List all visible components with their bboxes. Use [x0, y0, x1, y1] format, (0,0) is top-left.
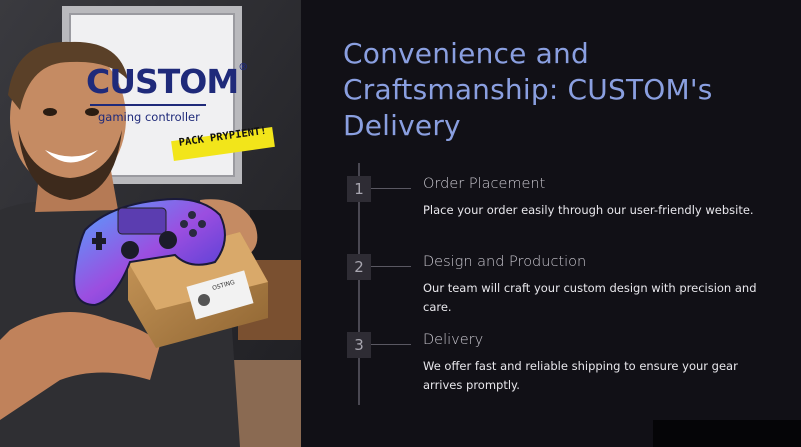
step-2-number: 2: [347, 254, 371, 280]
step-1-connector: [371, 188, 411, 189]
sign-underline: [90, 104, 206, 106]
step-3-title: Delivery: [423, 332, 484, 348]
slide-title: Convenience and Craftsmanship: CUSTOM's …: [343, 37, 713, 142]
step-2-connector: [371, 266, 411, 267]
sign-trademark: ®: [238, 62, 248, 73]
content-panel: Convenience and Craftsmanship: CUSTOM's …: [301, 0, 801, 447]
sign-brand: CUSTOM®: [86, 62, 248, 101]
presentation-slide: CUSTOM® gaming controller PACK PRYPIENT!…: [0, 0, 801, 447]
sign-brand-text: CUSTOM: [86, 62, 239, 101]
step-1-description: Place your order easily through our user…: [423, 203, 754, 217]
corner-overlay: [653, 420, 801, 447]
step-1-number: 1: [347, 176, 371, 202]
step-2-title: Design and Production: [423, 254, 587, 270]
step-1-title: Order Placement: [423, 176, 546, 192]
sign-tagline: gaming controller: [98, 110, 200, 124]
step-3-description: We offer fast and reliable shipping to e…: [423, 359, 738, 392]
step-3-number: 3: [347, 332, 371, 358]
step-3-connector: [371, 344, 411, 345]
hero-photo: CUSTOM® gaming controller PACK PRYPIENT!…: [0, 0, 301, 447]
step-2-description: Our team will craft your custom design w…: [423, 281, 757, 314]
